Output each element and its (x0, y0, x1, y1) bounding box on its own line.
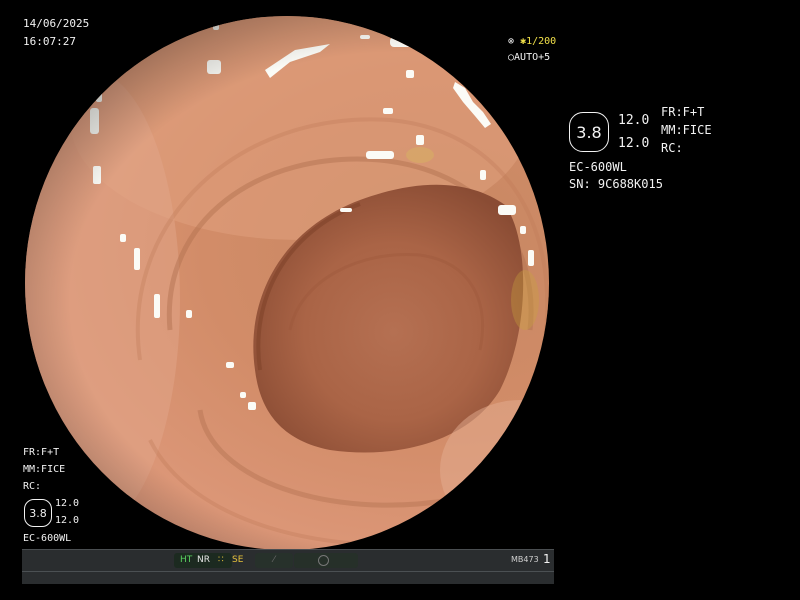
scope-size-badge-small: 3.8 (24, 499, 52, 527)
mode-label: MM:FICE (661, 123, 712, 137)
scope-model-label: EC-600WL (569, 160, 627, 174)
scope-model-label-small: EC-600WL (23, 533, 72, 544)
record-circle-icon (318, 555, 329, 566)
zoom-circle-icon: ⊗ (508, 36, 515, 47)
device-id-label: MB473 (511, 555, 539, 564)
endoscopic-view (25, 16, 549, 550)
setting-value-2: 12.0 (618, 136, 650, 151)
zoom-indicator: ⊗ ✱1/200 (508, 35, 556, 48)
ht-label: HT (180, 555, 193, 565)
time-label: 16:07:27 (23, 35, 76, 48)
scope-size-value: 3.8 (576, 122, 602, 142)
record-indicator (294, 553, 358, 568)
status-bar-divider (22, 571, 554, 572)
mode-label-small: MM:FICE (23, 464, 66, 475)
setting-value-2-small: 12.0 (55, 515, 80, 526)
nr-label: NR (197, 555, 210, 565)
flash-indicator: ⁄ (255, 553, 293, 568)
auto-value: AUTO+5 (514, 52, 551, 63)
date-label: 14/06/2025 (23, 17, 90, 30)
auto-indicator: ○AUTO+5 (508, 51, 550, 64)
rc-label: RC: (661, 141, 683, 155)
setting-value-1: 12.0 (618, 113, 650, 128)
frame-rate-label-small: FR:F+T (23, 447, 60, 458)
status-bar: HT NR ∷ SE ⁄ MB473 1 (22, 549, 554, 584)
zoom-value: 1/200 (526, 36, 557, 47)
frame-rate-label: FR:F+T (661, 105, 705, 119)
page-number-label: 1 (543, 552, 551, 566)
scope-size-badge: 3.8 (569, 112, 609, 152)
se-icon: ∷ (218, 555, 224, 565)
setting-value-1-small: 12.0 (55, 498, 80, 509)
flash-icon: ⁄ (273, 555, 275, 565)
se-label: SE (232, 555, 244, 565)
rc-label-small: RC: (23, 481, 42, 492)
serial-number-label: SN: 9C688K015 (569, 177, 663, 191)
scope-size-value-small: 3.8 (29, 506, 47, 520)
